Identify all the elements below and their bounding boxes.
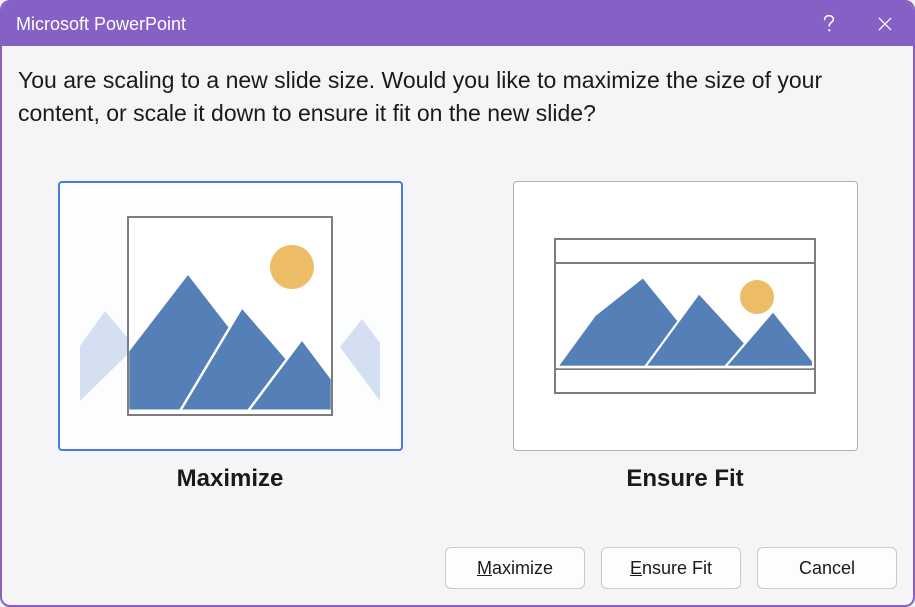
btn-hotkey: M xyxy=(477,558,492,579)
cancel-button[interactable]: Cancel xyxy=(757,547,897,589)
prompt-text: You are scaling to a new slide size. Wou… xyxy=(18,64,897,131)
dialog-title: Microsoft PowerPoint xyxy=(16,14,801,35)
option-ensure-fit: Ensure Fit xyxy=(513,181,858,493)
help-icon xyxy=(822,14,836,34)
option-maximize-preview[interactable] xyxy=(58,181,403,451)
option-ensure-fit-preview[interactable] xyxy=(513,181,858,451)
option-ensure-fit-caption: Ensure Fit xyxy=(626,465,743,493)
btn-text: nsure Fit xyxy=(642,558,712,579)
option-maximize-caption: Maximize xyxy=(177,465,284,493)
ensure-fit-illustration-icon xyxy=(535,211,835,421)
maximize-button[interactable]: Maximize xyxy=(445,547,585,589)
close-button[interactable] xyxy=(857,2,913,46)
maximize-illustration-icon xyxy=(80,211,380,421)
btn-hotkey: E xyxy=(630,558,642,579)
btn-text: Cancel xyxy=(799,558,855,579)
help-button[interactable] xyxy=(801,2,857,46)
dialog-content: You are scaling to a new slide size. Wou… xyxy=(2,46,913,531)
slide-size-dialog: Microsoft PowerPoint You are scaling to … xyxy=(0,0,915,607)
titlebar: Microsoft PowerPoint xyxy=(2,2,913,46)
btn-text: aximize xyxy=(492,558,553,579)
option-maximize: Maximize xyxy=(58,181,403,493)
ensure-fit-button[interactable]: Ensure Fit xyxy=(601,547,741,589)
options-row: Maximize xyxy=(18,181,897,493)
dialog-footer: Maximize Ensure Fit Cancel xyxy=(2,531,913,605)
close-icon xyxy=(878,17,892,31)
